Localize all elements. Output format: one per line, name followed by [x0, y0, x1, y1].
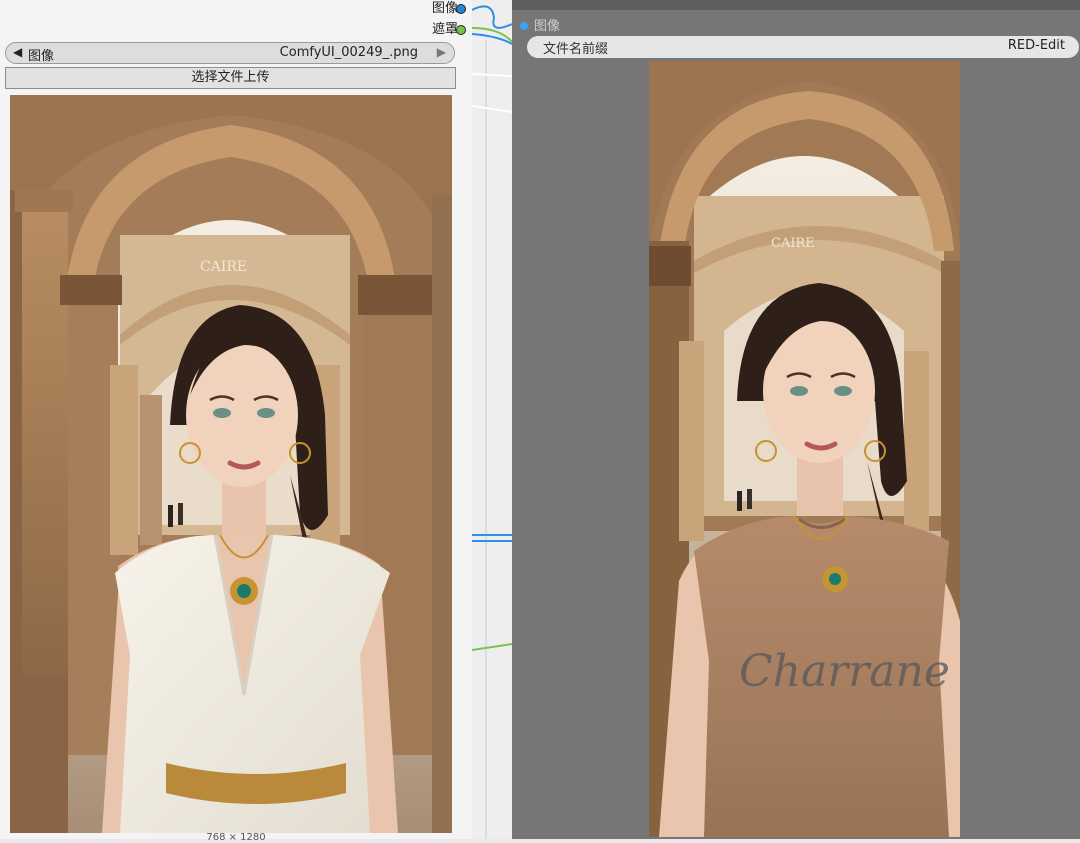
- combo-prev-icon[interactable]: ◀: [13, 45, 22, 59]
- image-combo-widget[interactable]: ◀ 图像 ComfyUI_00249_.png ▶: [5, 42, 455, 64]
- filename-prefix-value: RED-Edit: [1007, 38, 1065, 53]
- upload-button[interactable]: 选择文件上传: [5, 67, 456, 89]
- load-image-node[interactable]: 图像 遮罩 ◀ 图像 ComfyUI_00249_.png ▶ 选择文件上传 C…: [0, 0, 472, 843]
- output-image[interactable]: 图像: [432, 0, 466, 18]
- output-mask-label: 遮罩: [431, 22, 458, 37]
- combo-next-icon[interactable]: ▶: [437, 45, 446, 59]
- input-image-label: 图像: [534, 19, 561, 34]
- filename-prefix-name: 文件名前缀: [543, 42, 609, 57]
- shirt-print-text: Charrane: [739, 646, 950, 697]
- canvas-links-area: [472, 0, 512, 839]
- combo-name: 图像: [28, 49, 55, 64]
- filename-prefix-field[interactable]: 文件名前缀 RED-Edit: [527, 36, 1079, 58]
- result-photo: CAIRE Charrane: [649, 61, 960, 837]
- output-mask[interactable]: 遮罩: [432, 21, 466, 39]
- output-mask-socket[interactable]: [456, 25, 466, 35]
- image-size-label: 768 × 1280: [206, 832, 266, 843]
- preview-image-node[interactable]: 图像 文件名前缀 RED-Edit CAIRE Charrane: [512, 0, 1080, 839]
- input-image[interactable]: 图像: [520, 15, 560, 34]
- source-image-preview: CAIRE: [10, 95, 452, 833]
- result-image-preview: CAIRE Charrane: [649, 61, 960, 837]
- node-links: [472, 5, 512, 839]
- source-photo: CAIRE: [10, 95, 452, 833]
- result-sign-text: CAIRE: [771, 236, 815, 251]
- node-title-bar[interactable]: [512, 0, 1080, 10]
- output-image-label: 图像: [431, 1, 458, 16]
- combo-value: ComfyUI_00249_.png: [279, 45, 418, 60]
- output-image-socket[interactable]: [456, 4, 466, 14]
- input-image-socket[interactable]: [520, 22, 528, 30]
- source-sign-text: CAIRE: [200, 259, 247, 275]
